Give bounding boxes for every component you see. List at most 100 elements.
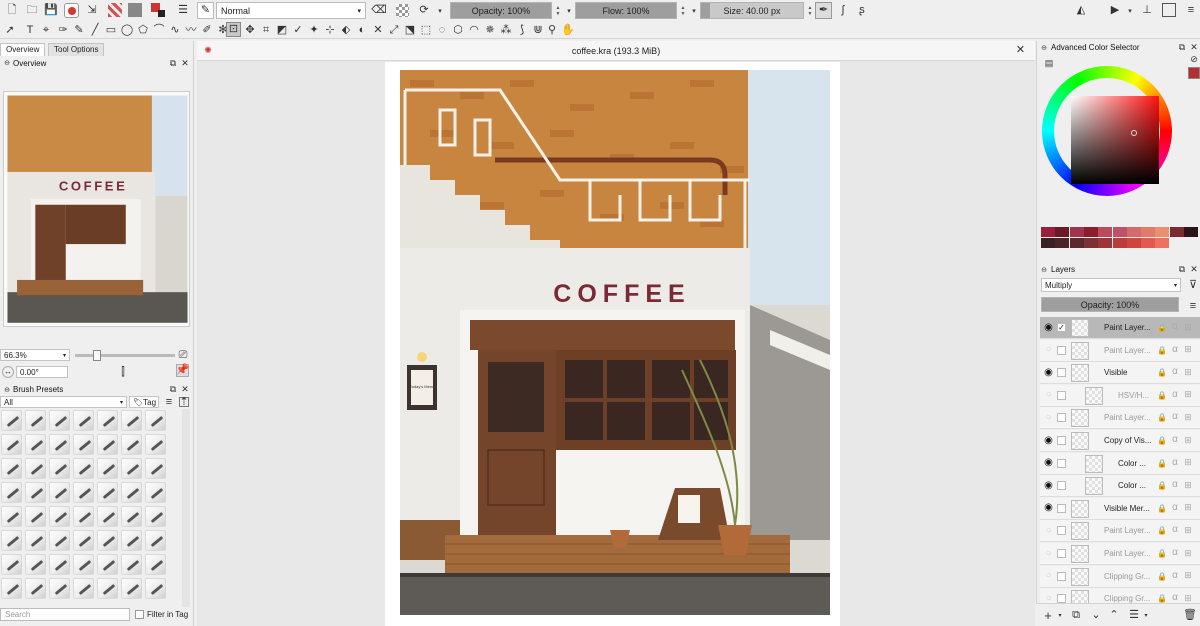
tag-button[interactable]: 🏷 Tag xyxy=(129,396,159,408)
layer-row[interactable]: ◉ Copy of Vis... 🔒 α ⊞ xyxy=(1040,430,1200,452)
color-swatch[interactable] xyxy=(1141,227,1156,237)
lock-icon[interactable]: 🔒 xyxy=(1157,436,1167,446)
layer-blend-select[interactable]: Multiply ▾ xyxy=(1041,278,1181,292)
brush-preset[interactable] xyxy=(49,434,70,455)
brush-preset[interactable] xyxy=(145,458,166,479)
brush-preset[interactable] xyxy=(97,530,118,551)
color-swatch[interactable] xyxy=(1155,227,1170,237)
freehand-brush-icon[interactable]: ✎ xyxy=(73,24,85,36)
open-document-icon[interactable]: 🗀 xyxy=(26,4,38,16)
color-swatch[interactable] xyxy=(1184,227,1198,237)
color-swatch[interactable] xyxy=(1169,227,1184,237)
visibility-eye-icon[interactable]: ○ xyxy=(1043,390,1054,401)
collapse-icon[interactable]: ⊖ xyxy=(3,59,11,67)
float-panel-icon[interactable]: ⧉ xyxy=(1177,42,1187,52)
layer-checkbox[interactable] xyxy=(1057,413,1066,423)
move-layer-up-icon[interactable]: ⌃ xyxy=(1108,609,1120,621)
layer-checkbox[interactable] xyxy=(1057,390,1066,400)
close-icon[interactable]: ✕ xyxy=(180,384,190,394)
chevron-down-icon[interactable]: ▾ xyxy=(1142,612,1150,620)
color-swatch[interactable] xyxy=(1041,227,1055,237)
brush-preset[interactable] xyxy=(121,554,142,575)
layer-checkbox[interactable] xyxy=(1057,594,1066,604)
color-swatch[interactable] xyxy=(1098,227,1113,237)
perspective-grid-icon[interactable]: ⬔ xyxy=(404,24,416,36)
inherit-alpha-icon[interactable]: ⊞ xyxy=(1183,571,1193,581)
alpha-lock-icon[interactable]: α xyxy=(1170,525,1180,535)
brush-settings-icon[interactable]: ☰ xyxy=(176,4,190,16)
float-panel-icon[interactable]: ⧉ xyxy=(168,58,178,68)
fit-view-icon[interactable]: ⎚ xyxy=(178,349,188,360)
layer-checkbox[interactable] xyxy=(1057,549,1066,558)
color-swatch[interactable] xyxy=(1041,238,1055,248)
blend-mode-select[interactable]: Normal ▾ xyxy=(216,2,366,19)
alpha-lock-icon[interactable]: α xyxy=(1170,593,1180,603)
visibility-eye-icon[interactable]: ◉ xyxy=(1043,480,1054,491)
mirror-horizontal-icon[interactable]: ◭ xyxy=(1074,3,1088,17)
flow-slider[interactable]: Flow: 100% xyxy=(575,2,677,19)
rect-select-icon[interactable]: ⬚ xyxy=(420,24,432,36)
brush-preset[interactable] xyxy=(145,434,166,455)
brush-preset[interactable] xyxy=(121,458,142,479)
brush-preset[interactable] xyxy=(97,554,118,575)
brush-preset[interactable] xyxy=(121,506,142,527)
brush-preset[interactable] xyxy=(73,482,94,503)
color-picker-icon[interactable]: ✓ xyxy=(292,24,304,36)
float-panel-icon[interactable]: ⧉ xyxy=(1177,264,1187,274)
layer-row[interactable]: ○ Paint Layer... 🔒 α ⊞ xyxy=(1040,543,1200,565)
brush-preset[interactable] xyxy=(1,578,22,599)
color-swatch[interactable] xyxy=(1055,227,1070,237)
size-slider[interactable]: Size: 40.00 px xyxy=(700,2,804,19)
line-tool-icon[interactable]: ╱ xyxy=(89,24,101,36)
layer-checkbox[interactable]: ✓ xyxy=(1057,323,1066,332)
brush-preset[interactable] xyxy=(1,410,22,431)
magic-wand-icon[interactable]: ✵ xyxy=(484,24,496,36)
lock-icon[interactable]: 🔒 xyxy=(1157,504,1167,514)
pressure-icon[interactable]: ✒ xyxy=(815,2,832,19)
gradient-tool-icon[interactable]: ◩ xyxy=(276,24,288,36)
mirror-view-icon[interactable]: ⫿ xyxy=(118,366,128,377)
visibility-eye-icon[interactable]: ○ xyxy=(1043,412,1054,423)
brush-filter-select[interactable]: All ▾ xyxy=(0,396,127,408)
brush-preset[interactable] xyxy=(145,554,166,575)
layer-checkbox[interactable] xyxy=(1057,368,1066,378)
brush-preset[interactable] xyxy=(25,578,46,599)
brush-preset[interactable] xyxy=(1,434,22,455)
brush-preset[interactable] xyxy=(1,554,22,575)
brush-preset[interactable] xyxy=(1,458,22,479)
smart-patch-icon[interactable]: ✦ xyxy=(308,24,320,36)
filter-in-tag-checkbox[interactable] xyxy=(135,610,144,619)
bezier-tool-icon[interactable]: ∿ xyxy=(169,24,181,36)
alpha-lock-icon[interactable]: α xyxy=(1170,435,1180,445)
brush-preset[interactable] xyxy=(145,530,166,551)
inherit-alpha-icon[interactable]: ⊞ xyxy=(1183,548,1193,558)
float-panel-icon[interactable]: ⧉ xyxy=(168,384,178,394)
ellipse-tool-icon[interactable]: ◯ xyxy=(121,24,133,36)
brush-preset[interactable] xyxy=(73,434,94,455)
select-shapes-icon[interactable]: ➚ xyxy=(4,24,16,36)
fg-bg-color-icon[interactable] xyxy=(151,3,165,17)
tab-overview[interactable]: Overview xyxy=(0,43,46,56)
record-icon[interactable] xyxy=(64,3,79,18)
lock-icon[interactable]: 🔒 xyxy=(1157,413,1167,423)
color-swatch[interactable] xyxy=(1112,227,1127,237)
lock-icon[interactable]: 🔒 xyxy=(1157,346,1167,356)
flow-stepper[interactable]: ▲ ▼ xyxy=(679,2,687,19)
inherit-alpha-icon[interactable]: ⊞ xyxy=(1183,345,1193,355)
layer-row[interactable]: ○ HSV/H... 🔒 α ⊞ xyxy=(1040,384,1200,407)
zoom-slider[interactable] xyxy=(75,354,175,357)
layer-checkbox[interactable] xyxy=(1057,571,1066,581)
layer-checkbox[interactable] xyxy=(1057,436,1066,445)
visibility-eye-icon[interactable]: ◉ xyxy=(1043,435,1054,446)
brush-scrollbar[interactable] xyxy=(182,409,190,607)
eraser-icon[interactable]: ⌫ xyxy=(371,4,387,16)
visibility-eye-icon[interactable]: ◉ xyxy=(1043,458,1054,469)
visibility-eye-icon[interactable]: ◉ xyxy=(1043,367,1054,378)
brush-preset[interactable] xyxy=(145,482,166,503)
chevron-down-icon[interactable]: ▾ xyxy=(436,7,444,15)
lock-icon[interactable]: 🔒 xyxy=(1157,572,1167,582)
pin-icon[interactable]: 📌 xyxy=(176,364,189,377)
visibility-eye-icon[interactable]: ◉ xyxy=(1043,503,1054,514)
color-swatch[interactable] xyxy=(1098,238,1113,248)
alpha-lock-icon[interactable]: α xyxy=(1170,322,1180,332)
